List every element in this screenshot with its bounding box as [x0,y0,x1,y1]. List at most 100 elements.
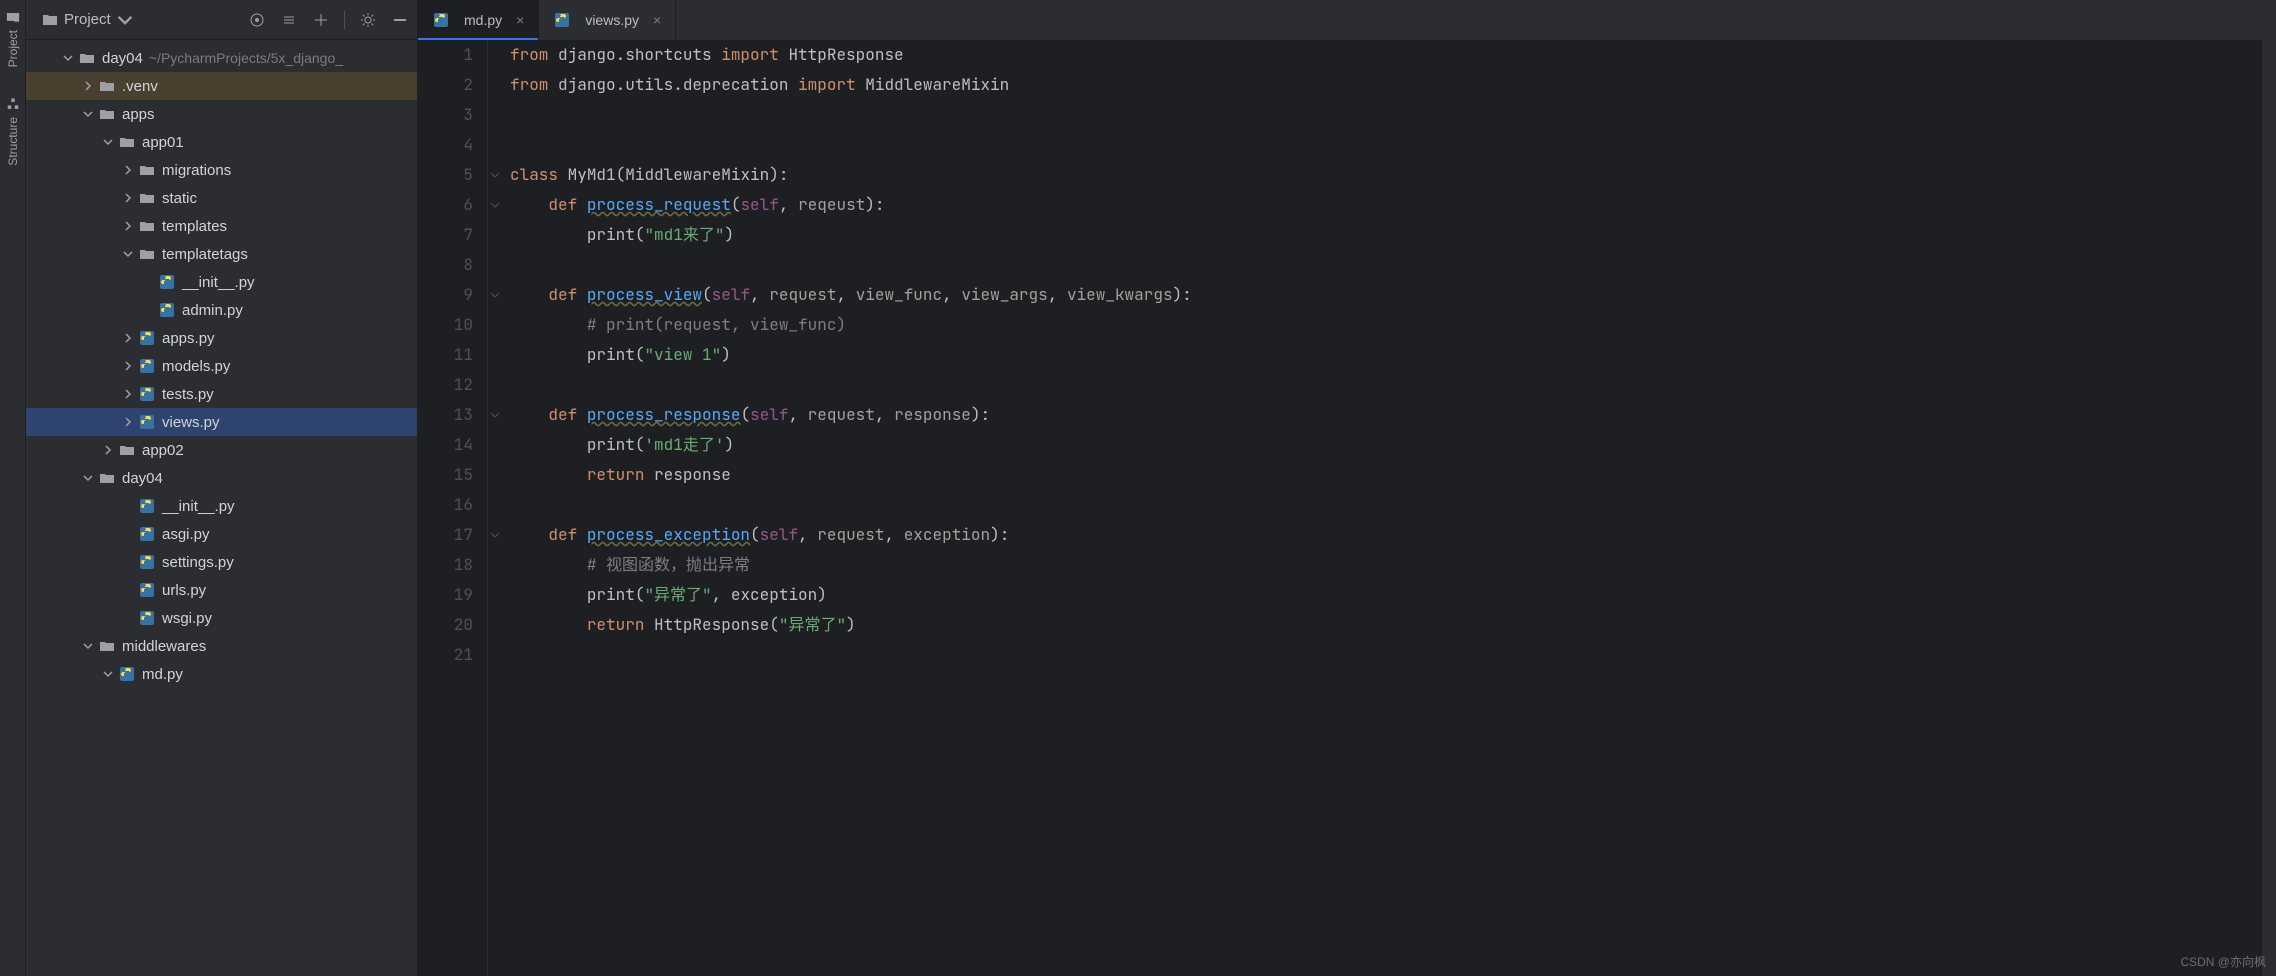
tree-item-settings-py[interactable]: settings.py [26,548,417,576]
code-line[interactable]: # 视图函数，抛出异常 [510,550,2276,580]
fold-marker[interactable] [488,190,502,220]
tree-item-label: .venv [122,78,158,95]
tree-item-static[interactable]: static [26,184,417,212]
tree-item-asgi-py[interactable]: asgi.py [26,520,417,548]
code-line[interactable] [510,250,2276,280]
chevron-right-icon[interactable] [80,78,96,94]
editor-scrollbar[interactable] [2262,40,2276,976]
fold-marker[interactable] [488,340,502,370]
fold-marker[interactable] [488,70,502,100]
folder-icon [138,161,156,179]
code-content[interactable]: from django.shortcuts import HttpRespons… [502,40,2276,976]
chevron-down-icon[interactable] [120,246,136,262]
close-icon[interactable]: × [653,12,661,28]
fold-marker[interactable] [488,520,502,550]
tree-item-templates[interactable]: templates [26,212,417,240]
fold-marker[interactable] [488,280,502,310]
fold-marker [488,100,502,130]
code-line[interactable] [510,130,2276,160]
fold-marker[interactable] [488,400,502,430]
tree-item-admin-py[interactable]: admin.py [26,296,417,324]
tree-item-day04[interactable]: day04 [26,464,417,492]
code-line[interactable]: # print(request, view_func) [510,310,2276,340]
chevron-right-icon[interactable] [120,218,136,234]
chevron-right-icon[interactable] [120,330,136,346]
code-line[interactable] [510,490,2276,520]
tree-item-__init__-py[interactable]: __init__.py [26,268,417,296]
chevron-down-icon[interactable] [100,134,116,150]
tree-item-models-py[interactable]: models.py [26,352,417,380]
chevron-down-icon[interactable] [60,50,76,66]
python-file-icon [138,413,156,431]
python-file-icon [553,11,571,29]
project-tree[interactable]: day04~/PycharmProjects/5x_django_ .venv ap… [26,40,417,976]
tree-item-wsgi-py[interactable]: wsgi.py [26,604,417,632]
code-line[interactable]: def process_exception(self, request, exc… [510,520,2276,550]
line-number-gutter: 123456789101112131415161718192021 [418,40,488,976]
tree-item-md-py[interactable]: md.py [26,660,417,688]
fold-marker[interactable] [488,460,502,490]
project-view-selector[interactable]: Project [34,7,141,32]
tree-item-tests-py[interactable]: tests.py [26,380,417,408]
code-line[interactable]: from django.utils.deprecation import Mid… [510,70,2276,100]
expand-all-icon[interactable] [280,11,298,29]
tree-item-templatetags[interactable]: templatetags [26,240,417,268]
fold-marker[interactable] [488,220,502,250]
code-line[interactable]: def process_request(self, reqeust): [510,190,2276,220]
tree-item-label: __init__.py [162,498,235,515]
python-file-icon [432,11,450,29]
fold-column[interactable] [488,40,502,976]
locate-icon[interactable] [248,11,266,29]
gear-icon[interactable] [359,11,377,29]
line-number: 15 [418,460,473,490]
code-line[interactable]: print("md1来了") [510,220,2276,250]
collapse-all-icon[interactable] [312,11,330,29]
fold-marker[interactable] [488,160,502,190]
code-editor[interactable]: 123456789101112131415161718192021 from d… [418,40,2276,976]
tree-item-day04[interactable]: day04~/PycharmProjects/5x_django_ [26,44,417,72]
chevron-right-icon[interactable] [100,442,116,458]
code-line[interactable] [510,100,2276,130]
tree-item-views-py[interactable]: views.py [26,408,417,436]
code-line[interactable] [510,640,2276,670]
chevron-down-icon[interactable] [80,638,96,654]
code-line[interactable]: print("异常了", exception) [510,580,2276,610]
code-line[interactable]: def process_view(self, request, view_fun… [510,280,2276,310]
chevron-right-icon[interactable] [120,414,136,430]
code-line[interactable]: class MyMd1(MiddlewareMixin): [510,160,2276,190]
rail-project-button[interactable]: Project [6,10,20,67]
python-file-icon [138,385,156,403]
code-line[interactable]: return response [510,460,2276,490]
chevron-spacer [120,498,136,514]
chevron-spacer [120,554,136,570]
chevron-right-icon[interactable] [120,386,136,402]
code-line[interactable]: def process_response(self, request, resp… [510,400,2276,430]
chevron-right-icon[interactable] [120,358,136,374]
code-line[interactable]: return HttpResponse("异常了") [510,610,2276,640]
tree-item-migrations[interactable]: migrations [26,156,417,184]
code-line[interactable]: print('md1走了') [510,430,2276,460]
code-line[interactable]: print("view 1") [510,340,2276,370]
chevron-right-icon[interactable] [120,162,136,178]
code-line[interactable] [510,370,2276,400]
tree-item-app01[interactable]: app01 [26,128,417,156]
python-file-icon [138,581,156,599]
chevron-down-icon[interactable] [80,106,96,122]
minimize-icon[interactable] [391,11,409,29]
chevron-right-icon[interactable] [120,190,136,206]
editor-tab-views-py[interactable]: views.py× [539,0,676,40]
tree-item-apps-py[interactable]: apps.py [26,324,417,352]
editor-tab-md-py[interactable]: md.py× [418,0,539,40]
close-icon[interactable]: × [516,12,524,28]
rail-structure-button[interactable]: Structure [6,97,20,166]
code-line[interactable]: from django.shortcuts import HttpRespons… [510,40,2276,70]
tree-item--venv[interactable]: .venv [26,72,417,100]
chevron-down-icon[interactable] [100,666,116,682]
tree-item-__init__-py[interactable]: __init__.py [26,492,417,520]
fold-marker[interactable] [488,40,502,70]
tree-item-apps[interactable]: apps [26,100,417,128]
tree-item-urls-py[interactable]: urls.py [26,576,417,604]
tree-item-middlewares[interactable]: middlewares [26,632,417,660]
chevron-down-icon[interactable] [80,470,96,486]
tree-item-app02[interactable]: app02 [26,436,417,464]
